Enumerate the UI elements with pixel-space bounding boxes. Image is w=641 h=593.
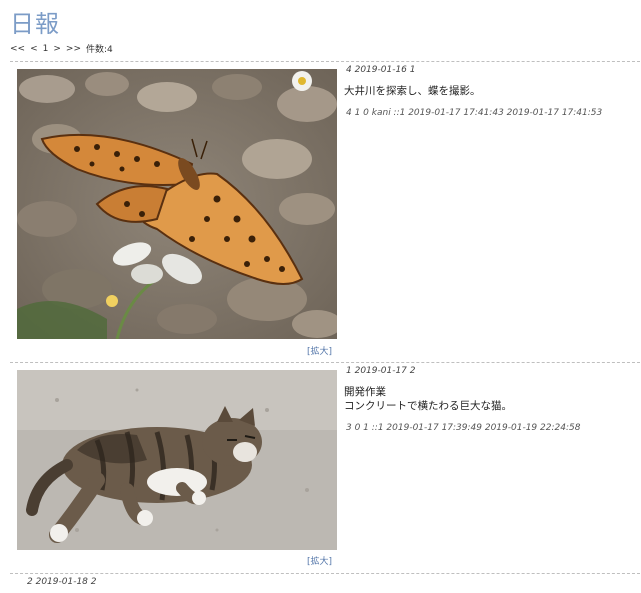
entry-footer: 3 0 1 ::1 2019-01-17 17:39:49 2019-01-19… bbox=[346, 423, 581, 433]
zoom-link[interactable]: [拡大] bbox=[307, 554, 332, 567]
entry-footer: 4 1 0 kani ::1 2019-01-17 17:41:43 2019-… bbox=[346, 108, 603, 118]
diary-entry: 2 2019-01-18 2 bbox=[10, 573, 640, 593]
entry-line: 大井川を探索し、蝶を撮影。 bbox=[344, 85, 481, 97]
cat-image bbox=[17, 370, 337, 550]
cat-photo[interactable] bbox=[17, 370, 337, 550]
entry-line: 開発作業 bbox=[344, 386, 386, 398]
entry-header: 4 2019-01-16 1 bbox=[346, 65, 416, 75]
entry-line: コンクリートで横たわる巨大な猫。 bbox=[344, 400, 512, 412]
diary-entry: [拡大] 4 2019-01-16 1 大井川を探索し、蝶を撮影。 4 1 0 … bbox=[10, 61, 640, 363]
pager-prev-link[interactable]: < bbox=[30, 44, 38, 54]
diary-entry: [拡大] 1 2019-01-17 2 開発作業 コンクリートで横たわる巨大な猫… bbox=[10, 362, 640, 574]
pager-next-link[interactable]: > bbox=[53, 44, 61, 54]
butterfly-image bbox=[17, 69, 337, 339]
zoom-link[interactable]: [拡大] bbox=[307, 344, 332, 357]
pager-first-link[interactable]: << bbox=[10, 44, 25, 54]
pager-last-link[interactable]: >> bbox=[66, 44, 81, 54]
record-count: 件数:4 bbox=[86, 45, 113, 55]
entry-body: 大井川を探索し、蝶を撮影。 bbox=[344, 84, 481, 98]
entry-header: 1 2019-01-17 2 bbox=[346, 366, 416, 376]
pager-page-link[interactable]: 1 bbox=[43, 44, 49, 54]
butterfly-photo[interactable] bbox=[17, 69, 337, 339]
entry-header: 2 2019-01-18 2 bbox=[27, 577, 97, 587]
page-title: 日報 bbox=[10, 10, 60, 38]
pager: << < 1 > >> 件数:4 bbox=[10, 42, 113, 56]
entry-body: 開発作業 コンクリートで横たわる巨大な猫。 bbox=[344, 385, 512, 413]
